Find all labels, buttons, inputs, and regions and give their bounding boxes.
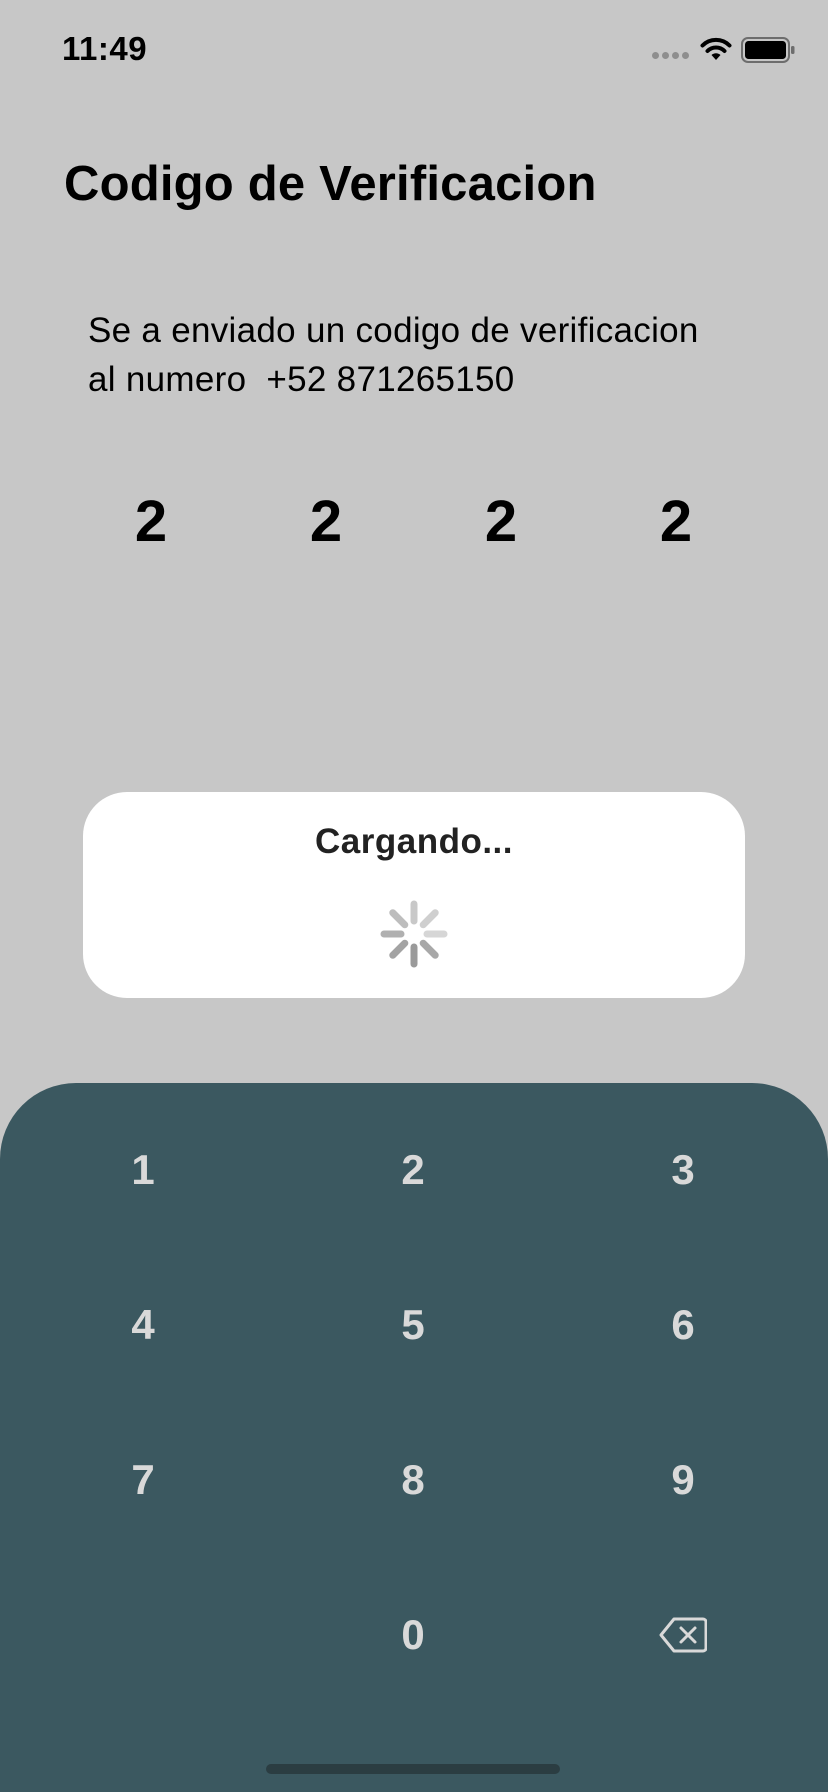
status-bar: 11:49 xyxy=(0,0,828,100)
code-digit-2[interactable]: 2 xyxy=(291,488,361,555)
key-2[interactable]: 2 xyxy=(313,1115,513,1225)
code-digit-1[interactable]: 2 xyxy=(116,488,186,555)
key-0[interactable]: 0 xyxy=(313,1580,513,1690)
wifi-icon xyxy=(700,37,732,60)
loading-dialog: Cargando... xyxy=(83,792,745,998)
key-6[interactable]: 6 xyxy=(583,1270,783,1380)
backspace-icon xyxy=(659,1617,707,1653)
code-digit-4[interactable]: 2 xyxy=(641,488,711,555)
key-3[interactable]: 3 xyxy=(583,1115,783,1225)
key-7[interactable]: 7 xyxy=(43,1425,243,1535)
key-5[interactable]: 5 xyxy=(313,1270,513,1380)
code-digit-3[interactable]: 2 xyxy=(466,488,536,555)
spinner-icon xyxy=(380,900,448,968)
home-indicator xyxy=(266,1764,560,1774)
delete-button[interactable] xyxy=(583,1580,783,1690)
page-title: Codigo de Verificacion xyxy=(64,157,597,211)
status-time: 11:49 xyxy=(62,30,148,67)
description-line-2: al numero +52 871265150 xyxy=(88,360,515,399)
description-line-1: Se a enviado un codigo de verificacion xyxy=(88,311,699,350)
numeric-keypad: 1 2 3 4 5 6 7 8 9 0 xyxy=(0,1083,828,1792)
verification-code-input[interactable]: 2 2 2 2 xyxy=(0,488,828,568)
key-8[interactable]: 8 xyxy=(313,1425,513,1535)
battery-icon xyxy=(741,37,795,63)
key-4[interactable]: 4 xyxy=(43,1270,243,1380)
signal-dots-icon xyxy=(652,52,692,60)
verification-description: Se a enviado un codigo de verificacion a… xyxy=(88,306,788,404)
key-1[interactable]: 1 xyxy=(43,1115,243,1225)
loading-text: Cargando... xyxy=(314,822,514,861)
key-9[interactable]: 9 xyxy=(583,1425,783,1535)
